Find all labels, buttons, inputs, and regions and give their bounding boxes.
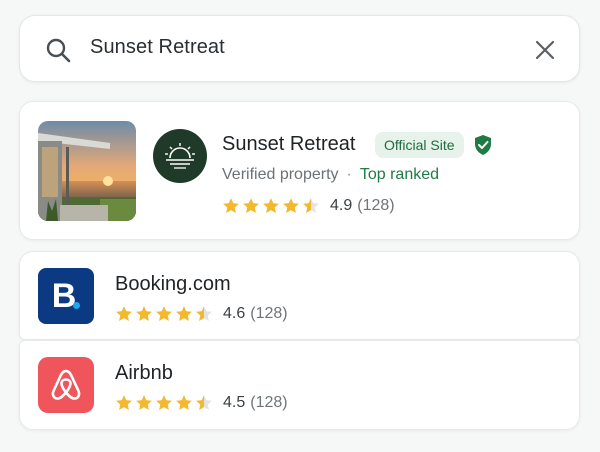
booking-logo-letter: B bbox=[51, 276, 77, 315]
star-icon bbox=[156, 395, 172, 410]
star-icon bbox=[136, 395, 152, 410]
result-card-booking[interactable]: B Booking.com 4.6 (128) bbox=[19, 251, 580, 340]
rating-row: 4.9 (128) bbox=[222, 197, 395, 215]
result-title[interactable]: Booking.com bbox=[115, 273, 231, 296]
star-icon bbox=[176, 306, 192, 321]
star-icon bbox=[283, 198, 299, 213]
star-icon bbox=[116, 395, 132, 410]
search-input[interactable]: Sunset Retreat bbox=[90, 36, 225, 59]
star-icon bbox=[196, 395, 212, 410]
clear-search-button[interactable] bbox=[531, 36, 559, 64]
verified-shield-icon bbox=[475, 135, 491, 155]
star-icon bbox=[196, 306, 212, 321]
rating-value: 4.6 bbox=[223, 305, 246, 322]
star-rating bbox=[222, 197, 320, 215]
star-icon bbox=[176, 395, 192, 410]
property-photo bbox=[38, 121, 136, 221]
official-site-badge: Official Site bbox=[375, 132, 464, 158]
rating-count: (128) bbox=[357, 197, 395, 214]
sunset-logo-icon bbox=[153, 129, 207, 183]
booking-logo-dot bbox=[73, 302, 80, 309]
rating-count: (128) bbox=[250, 305, 288, 322]
star-rating bbox=[115, 305, 213, 323]
star-icon bbox=[156, 306, 172, 321]
close-icon bbox=[535, 40, 555, 60]
result-card-airbnb[interactable]: Airbnb 4.5 (128) bbox=[19, 340, 580, 430]
rating-row: 4.5 (128) bbox=[115, 394, 288, 412]
star-icon bbox=[223, 198, 239, 213]
rating-count: (128) bbox=[250, 394, 288, 411]
star-icon bbox=[116, 306, 132, 321]
result-title[interactable]: Airbnb bbox=[115, 362, 173, 385]
star-icon bbox=[303, 198, 319, 213]
star-icon bbox=[136, 306, 152, 321]
star-icon bbox=[263, 198, 279, 213]
result-card-sunset-retreat[interactable]: Sunset Retreat Official Site Verified pr… bbox=[19, 101, 580, 240]
search-bar[interactable]: Sunset Retreat bbox=[19, 15, 580, 82]
rating-row: 4.6 (128) bbox=[115, 305, 288, 323]
rating-value: 4.9 bbox=[330, 197, 353, 214]
verified-label: Verified property bbox=[222, 166, 339, 183]
airbnb-logo-icon bbox=[38, 357, 94, 413]
top-ranked-label: Top ranked bbox=[359, 166, 440, 183]
separator: · bbox=[346, 166, 352, 183]
result-title[interactable]: Sunset Retreat bbox=[222, 133, 355, 156]
star-rating bbox=[115, 394, 213, 412]
star-icon bbox=[243, 198, 259, 213]
result-meta: Verified property · Top ranked bbox=[222, 166, 439, 184]
rating-value: 4.5 bbox=[223, 394, 246, 411]
booking-logo-icon: B bbox=[38, 268, 94, 324]
search-icon bbox=[46, 38, 71, 63]
